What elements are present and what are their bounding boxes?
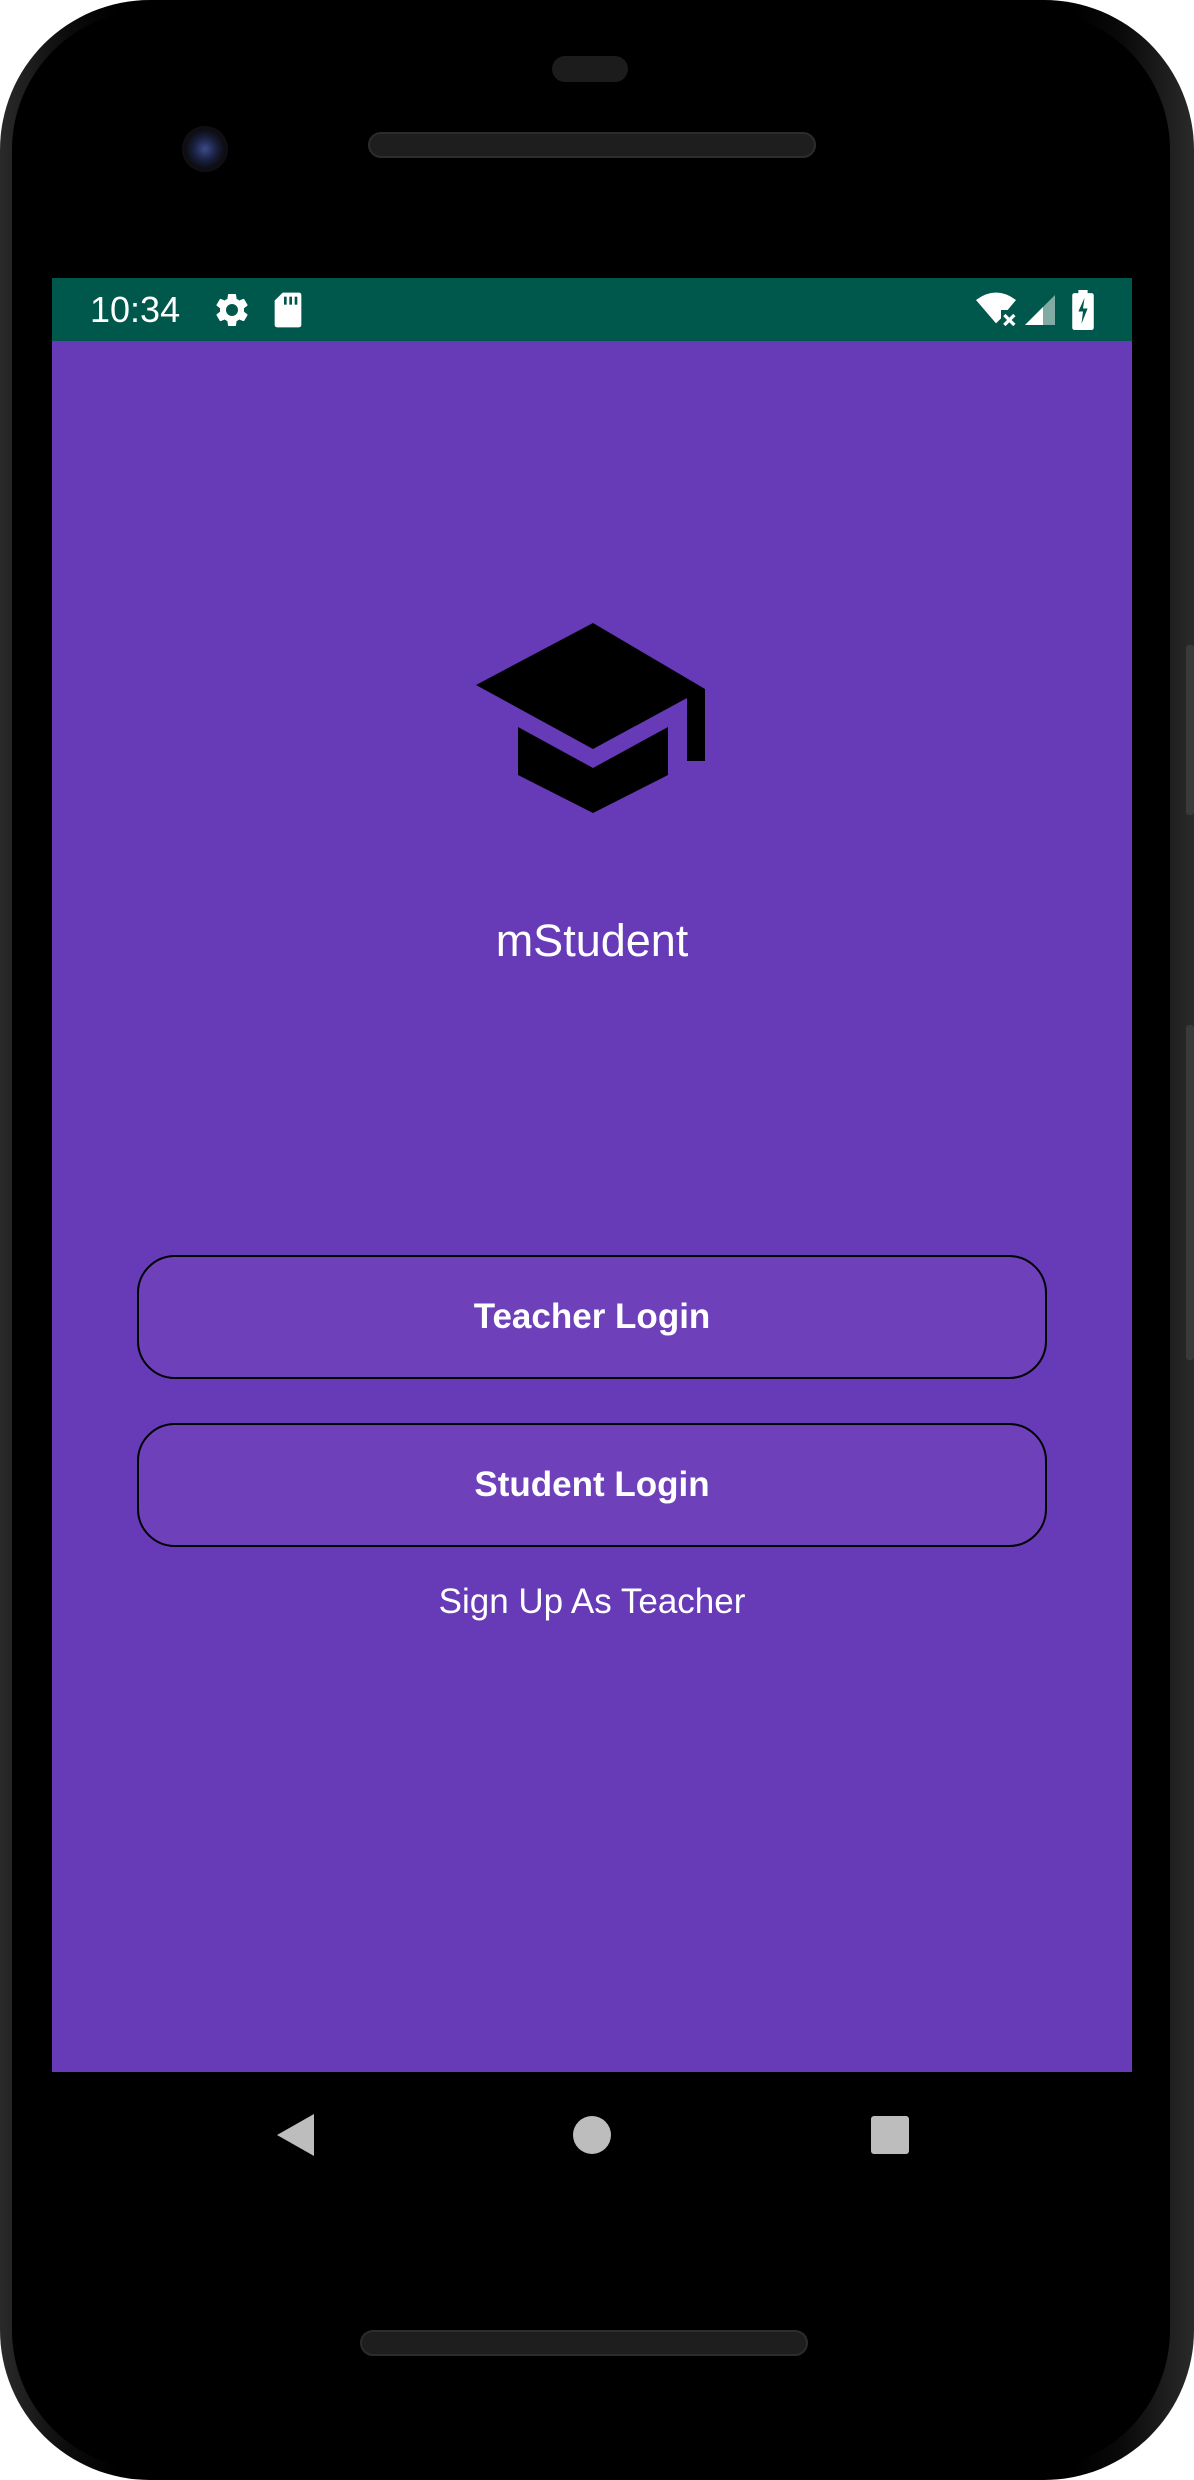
power-button [1186,645,1194,815]
home-circle-icon[interactable] [557,2100,627,2170]
sd-card-icon [274,292,302,328]
app-screen: 10:34 mStudent Teacher Login Student Log… [52,278,1132,2072]
recents-square-icon[interactable] [855,2100,925,2170]
battery-charging-icon [1072,290,1094,330]
gear-icon [216,294,248,326]
volume-button [1186,1025,1194,1360]
front-sensor [552,56,628,82]
navigation-bar [52,2072,1132,2198]
cell-signal-icon [1025,295,1055,325]
graduation-cap-icon [476,623,705,813]
back-triangle-icon[interactable] [258,2100,328,2170]
top-speaker-grille [368,132,816,158]
front-camera [182,126,228,172]
bottom-speaker-grille [360,2330,808,2356]
signup-teacher-link[interactable]: Sign Up As Teacher [52,1580,1132,1624]
phone-frame: 10:34 mStudent Teacher Login Student Log… [0,0,1194,2480]
status-bar: 10:34 [52,278,1132,341]
status-time: 10:34 [90,289,181,330]
app-title: mStudent [495,915,689,966]
wifi-no-internet-icon [976,292,1016,327]
student-login-button[interactable]: Student Login [137,1423,1047,1547]
teacher-login-button[interactable]: Teacher Login [137,1255,1047,1379]
